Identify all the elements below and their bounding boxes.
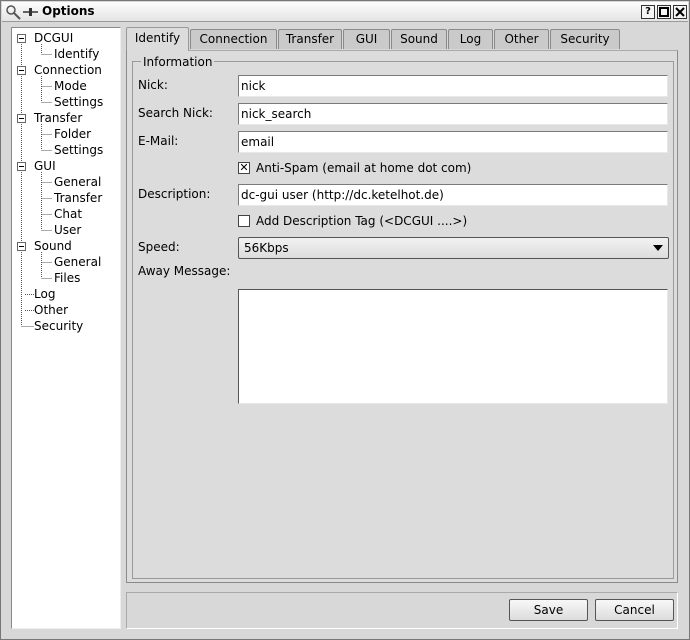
tree-item-dcgui[interactable]: DCGUI: [34, 30, 73, 46]
tree-item-gui-general[interactable]: General: [54, 174, 101, 190]
tree-item-connection-mode[interactable]: Mode: [54, 78, 87, 94]
email-input[interactable]: email: [238, 131, 668, 153]
tree-item-gui-user[interactable]: User: [54, 222, 81, 238]
tab-connection[interactable]: Connection: [190, 29, 277, 49]
maximize-button[interactable]: [657, 5, 671, 19]
window-title: Options: [42, 4, 95, 18]
tree-item-gui[interactable]: GUI: [34, 158, 56, 174]
antispam-label[interactable]: Anti-Spam (email at home dot com): [256, 160, 471, 176]
close-icon: [675, 7, 685, 17]
tab-security[interactable]: Security: [550, 29, 620, 49]
title-bar[interactable]: Options ?: [2, 2, 688, 22]
tree-item-other[interactable]: Other: [34, 302, 68, 318]
tree-item-gui-chat[interactable]: Chat: [54, 206, 82, 222]
tree-item-transfer[interactable]: Transfer: [34, 110, 82, 126]
cancel-button[interactable]: Cancel: [595, 599, 674, 621]
speed-select[interactable]: 56Kbps: [238, 237, 669, 259]
tree-item-transfer-settings[interactable]: Settings: [54, 142, 103, 158]
tree-item-sound-general[interactable]: General: [54, 254, 101, 270]
description-tag-label[interactable]: Add Description Tag (<DCGUI ....>): [256, 213, 467, 229]
description-tag-checkbox[interactable]: [238, 215, 250, 227]
away-message-textarea[interactable]: [238, 289, 668, 404]
help-button[interactable]: ?: [641, 5, 655, 19]
wrench-pin-icon: [6, 5, 38, 20]
tree-item-connection-settings[interactable]: Settings: [54, 94, 103, 110]
tab-transfer[interactable]: Transfer: [278, 29, 342, 49]
search-nick-label: Search Nick:: [138, 106, 213, 120]
maximize-icon: [659, 7, 669, 17]
tab-log[interactable]: Log: [448, 29, 493, 49]
close-button[interactable]: [673, 5, 687, 19]
tree-item-sound[interactable]: Sound: [34, 238, 72, 254]
tree-item-transfer-folder[interactable]: Folder: [54, 126, 91, 142]
tab-other[interactable]: Other: [494, 29, 549, 49]
tree-item-sound-files[interactable]: Files: [54, 270, 80, 286]
group-title: Information: [141, 55, 215, 69]
antispam-checkbox[interactable]: ✕: [238, 162, 250, 174]
email-label: E-Mail:: [138, 134, 179, 148]
tab-gui[interactable]: GUI: [343, 29, 390, 49]
tree-item-dcgui-identify[interactable]: Identify: [54, 46, 99, 62]
description-label: Description:: [138, 187, 211, 201]
search-nick-input[interactable]: nick_search: [238, 103, 668, 125]
away-message-label: Away Message:: [138, 264, 231, 278]
dropdown-arrow-icon: [653, 245, 663, 251]
tree-item-security[interactable]: Security: [34, 318, 83, 334]
tree-item-connection[interactable]: Connection: [34, 62, 102, 78]
speed-label: Speed:: [138, 240, 180, 254]
description-input[interactable]: dc-gui user (http://dc.ketelhot.de): [238, 184, 668, 206]
tab-sound[interactable]: Sound: [391, 29, 447, 49]
tree-item-log[interactable]: Log: [34, 286, 55, 302]
save-button[interactable]: Save: [509, 599, 588, 621]
options-window: Options ? DCGUI Identify Connection Mode…: [0, 0, 690, 640]
tab-identify[interactable]: Identify: [126, 27, 189, 51]
tree-item-gui-transfer[interactable]: Transfer: [54, 190, 102, 206]
nick-label: Nick:: [138, 78, 168, 92]
speed-value: 56Kbps: [244, 241, 289, 255]
nick-input[interactable]: nick: [238, 75, 668, 97]
options-tree[interactable]: DCGUI Identify Connection Mode Settings …: [11, 27, 121, 629]
